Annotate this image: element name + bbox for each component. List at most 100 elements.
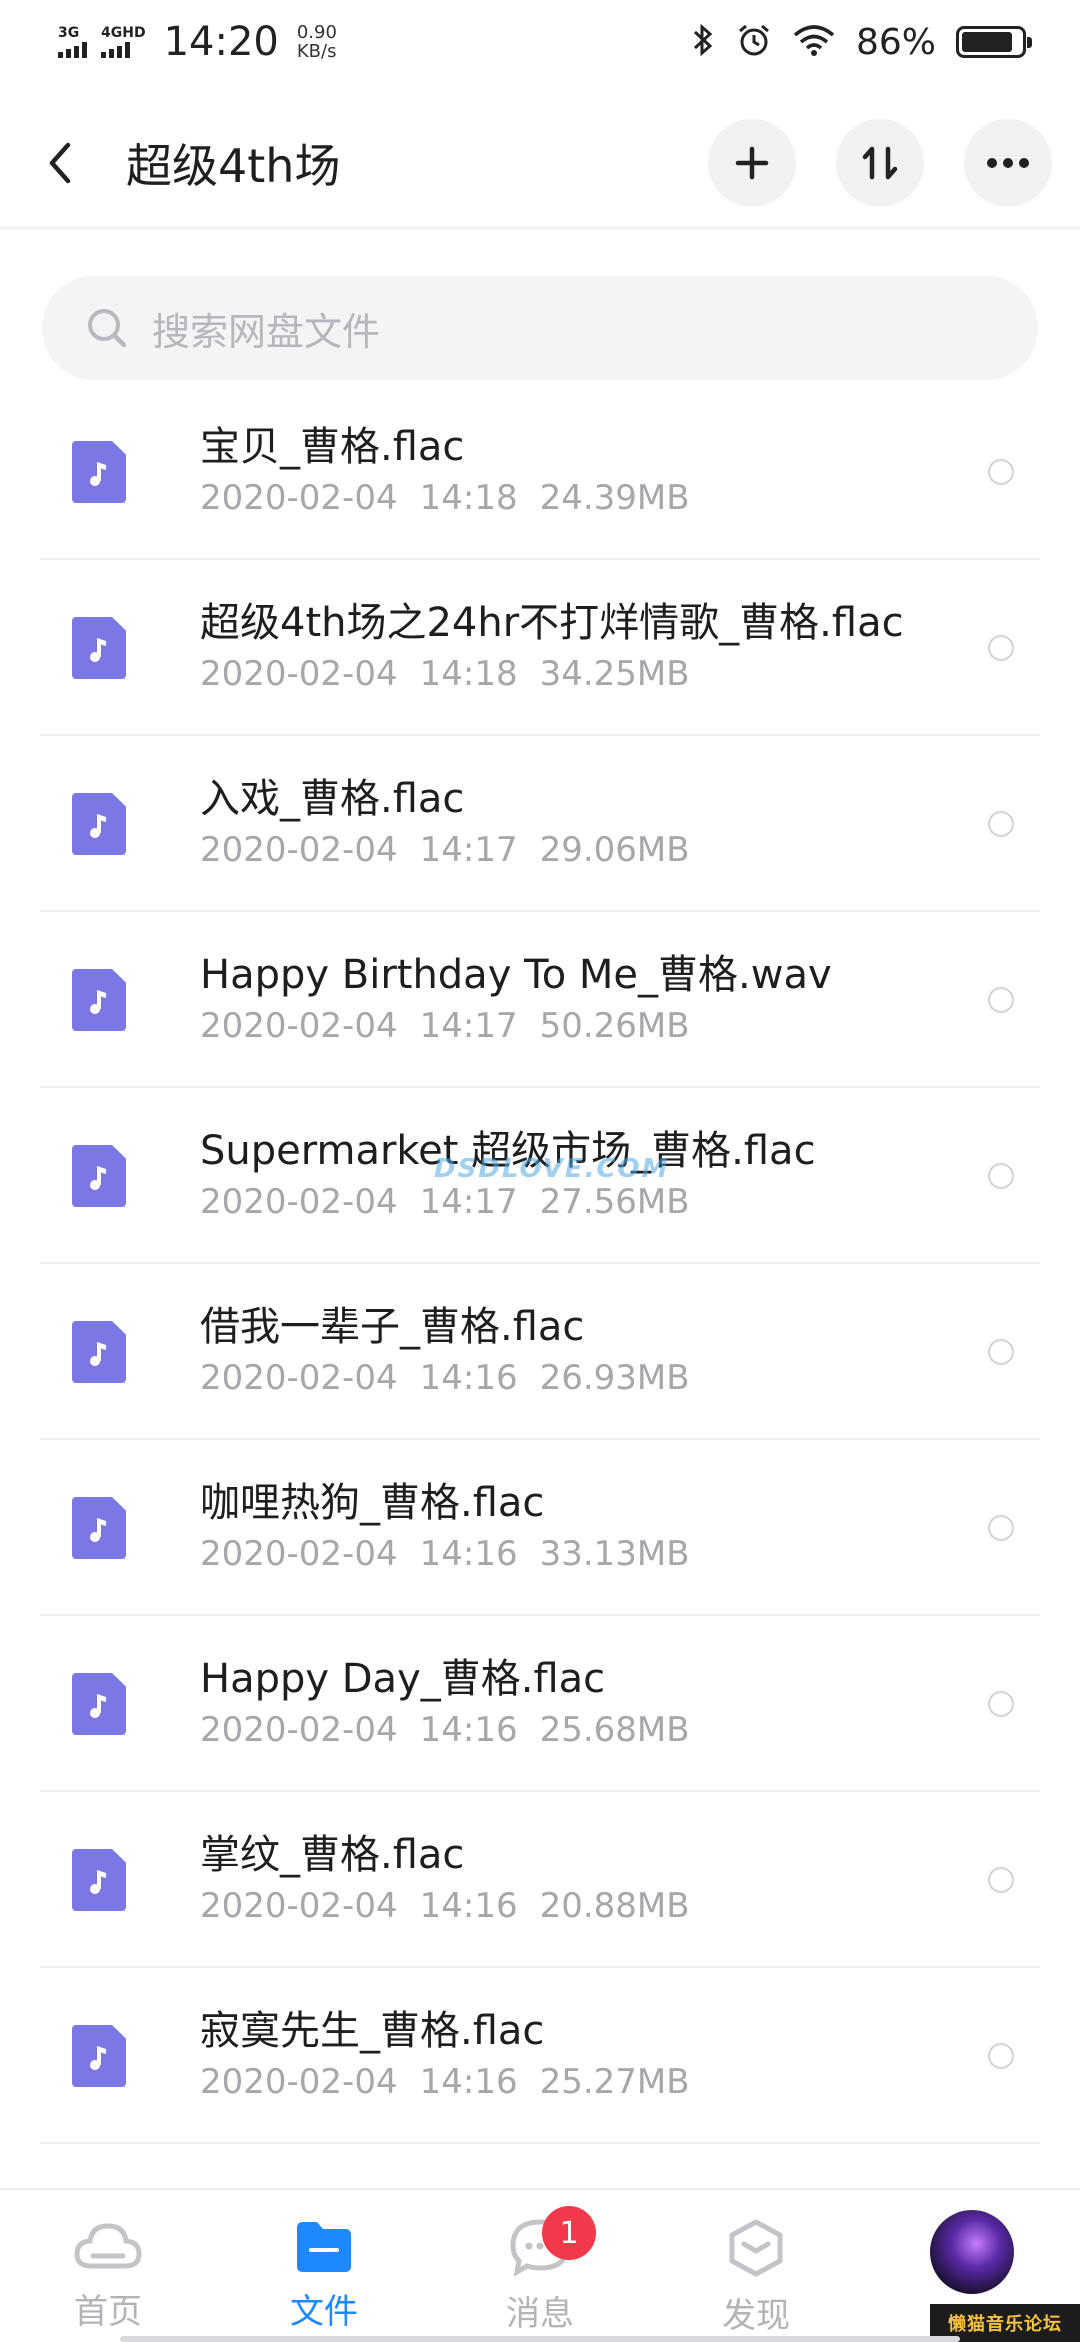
add-button[interactable] [708, 119, 796, 207]
select-radio[interactable] [988, 1163, 1014, 1189]
file-row[interactable]: 掌纹_曹格.flac 2020-02-04 14:16 20.88MB [0, 1792, 1080, 1968]
file-row[interactable]: 超级4th场之24hr不打烊情歌_曹格.flac 2020-02-04 14:18 3… [0, 560, 1080, 736]
back-button[interactable] [44, 123, 100, 203]
file-time: 14:16 [419, 1710, 518, 1750]
status-bar: 3G 4GHD 14:20 0.90 KB/s 86% [0, 0, 1080, 84]
file-name: 宝贝_曹格.flac [200, 424, 465, 470]
file-name: 借我一辈子_曹格.flac [200, 1304, 585, 1350]
tab-discover-label: 发现 [722, 2296, 790, 2336]
music-file-icon [72, 1673, 126, 1735]
tab-home[interactable]: 首页 [38, 2218, 178, 2333]
file-meta: 2020-02-04 14:17 27.56MB [200, 1179, 988, 1225]
search-placeholder: 搜索网盘文件 [152, 309, 381, 354]
sort-icon [862, 146, 898, 180]
file-row[interactable]: 寂寞先生_曹格.flac 2020-02-04 14:16 25.27MB [0, 1968, 1080, 2144]
more-icon [987, 158, 1029, 168]
file-size: 34.25MB [539, 654, 690, 694]
file-meta: 2020-02-04 14:18 24.39MB [200, 475, 988, 521]
search-icon [88, 309, 127, 348]
page-title: 超级4th场 [126, 139, 341, 193]
discover-icon [729, 2219, 783, 2277]
file-row[interactable]: 入戏_曹格.flac 2020-02-04 14:17 29.06MB [0, 736, 1080, 912]
bottom-nav: 首页 文件 消息 1 发现 懒猫音乐论坛 [0, 2188, 1080, 2342]
file-time: 14:18 [419, 654, 518, 694]
network-speed-unit: KB/s [296, 41, 337, 62]
battery-icon [956, 26, 1032, 58]
network-speed: 0.90 KB/s [297, 23, 337, 61]
select-radio[interactable] [988, 1339, 1014, 1365]
music-file-icon [72, 793, 126, 855]
file-row[interactable]: 借我一辈子_曹格.flac 2020-02-04 14:16 26.93MB [0, 1264, 1080, 1440]
file-time: 14:18 [419, 478, 518, 518]
file-time: 14:16 [419, 1358, 518, 1398]
select-radio[interactable] [988, 1515, 1014, 1541]
file-date: 2020-02-04 [200, 830, 398, 870]
select-radio[interactable] [988, 2043, 1014, 2069]
battery-percent: 86% [855, 21, 936, 63]
file-size: 25.68MB [539, 1710, 690, 1750]
file-size: 50.26MB [539, 1006, 690, 1046]
network-speed-value: 0.90 [296, 22, 337, 43]
more-button[interactable] [964, 119, 1052, 207]
file-name: 掌纹_曹格.flac [200, 1832, 465, 1878]
file-date: 2020-02-04 [200, 1710, 398, 1750]
music-file-icon [72, 1145, 126, 1207]
file-row[interactable]: 宝贝_曹格.flac 2020-02-04 14:18 24.39MB [0, 384, 1080, 560]
folder-icon [297, 2222, 351, 2272]
select-radio[interactable] [988, 635, 1014, 661]
file-time: 14:17 [419, 1182, 518, 1222]
file-name: Happy Birthday To Me_曹格.wav [200, 952, 832, 998]
select-radio[interactable] [988, 811, 1014, 837]
signal-3g: 3G [58, 26, 87, 58]
file-meta: 2020-02-04 14:16 25.68MB [200, 1707, 988, 1753]
file-date: 2020-02-04 [200, 2062, 398, 2102]
file-meta: 2020-02-04 14:16 33.13MB [200, 1531, 988, 1577]
file-meta: 2020-02-04 14:16 26.93MB [200, 1355, 988, 1401]
file-name: 入戏_曹格.flac [200, 776, 465, 822]
tab-discover[interactable]: 发现 [686, 2218, 826, 2337]
file-time: 14:17 [419, 1006, 518, 1046]
file-row[interactable]: 咖哩热狗_曹格.flac 2020-02-04 14:16 33.13MB [0, 1440, 1080, 1616]
select-radio[interactable] [988, 459, 1014, 485]
file-meta: 2020-02-04 14:16 20.88MB [200, 1883, 988, 1929]
signal-4ghd: 4GHD [101, 26, 146, 58]
file-date: 2020-02-04 [200, 654, 398, 694]
file-name: 超级4th场之24hr不打烊情歌_曹格.flac [200, 600, 904, 646]
tab-home-label: 首页 [74, 2292, 142, 2332]
music-file-icon [72, 617, 126, 679]
file-date: 2020-02-04 [200, 1358, 398, 1398]
network-label-4ghd: 4GHD [101, 25, 146, 41]
bluetooth-icon [690, 22, 716, 62]
music-file-icon [72, 1321, 126, 1383]
search-bar[interactable]: 搜索网盘文件 [42, 276, 1038, 380]
file-meta: 2020-02-04 14:17 50.26MB [200, 1003, 988, 1049]
sort-button[interactable] [836, 119, 924, 207]
watermark: DSDLOVE.COM [434, 1154, 670, 1184]
music-file-icon [72, 1497, 126, 1559]
file-size: 25.27MB [539, 2062, 690, 2102]
file-date: 2020-02-04 [200, 1886, 398, 1926]
page-header: 超级4th场 [0, 100, 1080, 230]
tab-files-label: 文件 [290, 2292, 358, 2332]
unread-badge: 1 [542, 2206, 596, 2260]
file-size: 26.93MB [539, 1358, 690, 1398]
file-meta: 2020-02-04 14:18 34.25MB [200, 651, 988, 697]
network-label-3g: 3G [58, 25, 80, 41]
tab-files[interactable]: 文件 [254, 2218, 394, 2333]
file-date: 2020-02-04 [200, 478, 398, 518]
music-file-icon [72, 1849, 126, 1911]
select-radio[interactable] [988, 1867, 1014, 1893]
file-row[interactable]: Happy Day_曹格.flac 2020-02-04 14:16 25.68MB [0, 1616, 1080, 1792]
select-radio[interactable] [988, 1691, 1014, 1717]
avatar[interactable] [930, 2210, 1014, 2294]
clock: 14:20 [163, 19, 279, 65]
tab-messages[interactable]: 消息 1 [470, 2206, 610, 2335]
file-size: 27.56MB [539, 1182, 690, 1222]
file-time: 14:16 [419, 1886, 518, 1926]
file-row[interactable]: Happy Birthday To Me_曹格.wav 2020-02-04 14:… [0, 912, 1080, 1088]
plus-icon [735, 146, 769, 180]
signal-bars-icon [58, 42, 87, 58]
file-name: 咖哩热狗_曹格.flac [200, 1480, 545, 1526]
music-file-icon [72, 2025, 126, 2087]
select-radio[interactable] [988, 987, 1014, 1013]
